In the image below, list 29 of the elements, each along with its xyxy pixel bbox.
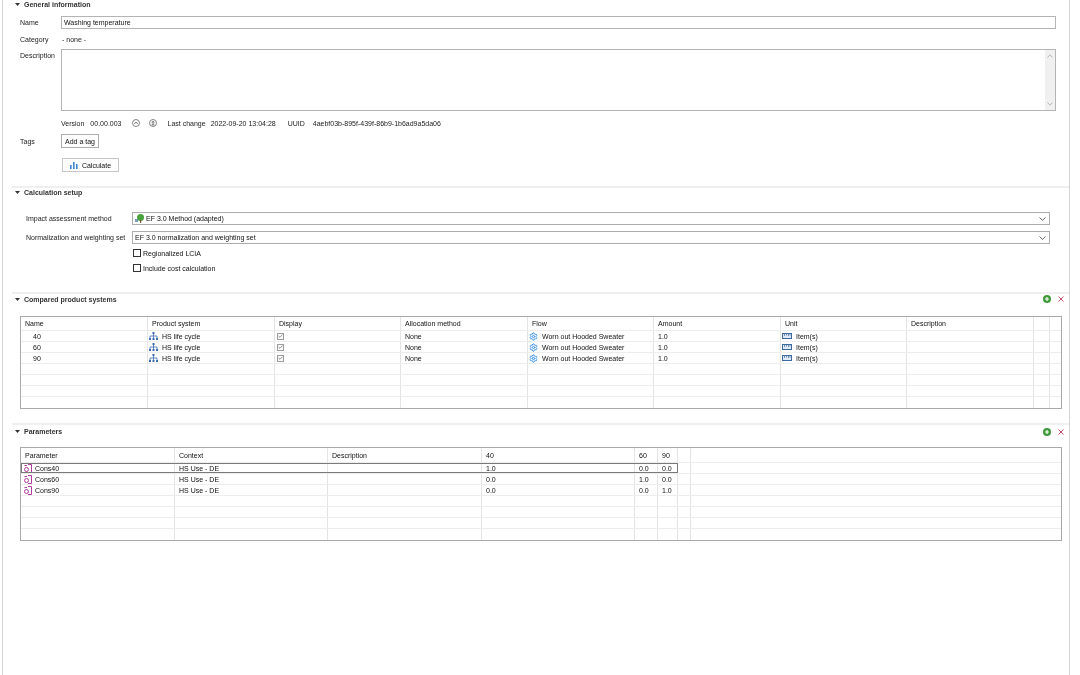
collapse-triangle-icon[interactable] — [15, 2, 20, 6]
ruler-icon — [782, 344, 792, 350]
gear-icon — [529, 353, 538, 363]
upload-circle-icon[interactable] — [148, 119, 157, 127]
delete-icon[interactable] — [1058, 296, 1064, 302]
description-field[interactable] — [61, 49, 1056, 111]
gear-icon — [529, 331, 538, 341]
hierarchy-icon — [149, 332, 158, 340]
gear-icon — [529, 342, 538, 352]
hierarchy-icon — [149, 354, 158, 362]
chevron-down-icon[interactable] — [1039, 216, 1046, 221]
chevron-down-icon[interactable] — [1039, 235, 1046, 240]
caret-up-circle-icon[interactable] — [131, 119, 140, 127]
collapse-triangle-icon[interactable] — [15, 191, 20, 194]
ruler-icon — [782, 355, 792, 361]
hierarchy-icon — [149, 343, 158, 351]
checkbox[interactable] — [133, 249, 141, 257]
checkbox[interactable] — [277, 343, 284, 351]
collapse-triangle-icon[interactable] — [15, 430, 20, 433]
bar-chart-icon — [69, 161, 78, 169]
add-icon[interactable] — [1043, 427, 1051, 436]
checkbox[interactable] — [277, 354, 284, 362]
collapse-triangle-icon[interactable] — [15, 297, 20, 301]
add-icon[interactable] — [1043, 295, 1051, 303]
checkbox[interactable] — [277, 332, 284, 340]
checkbox[interactable] — [133, 264, 141, 272]
ruler-icon — [782, 333, 792, 339]
delete-icon[interactable] — [1058, 428, 1064, 435]
tree-icon — [135, 214, 144, 223]
